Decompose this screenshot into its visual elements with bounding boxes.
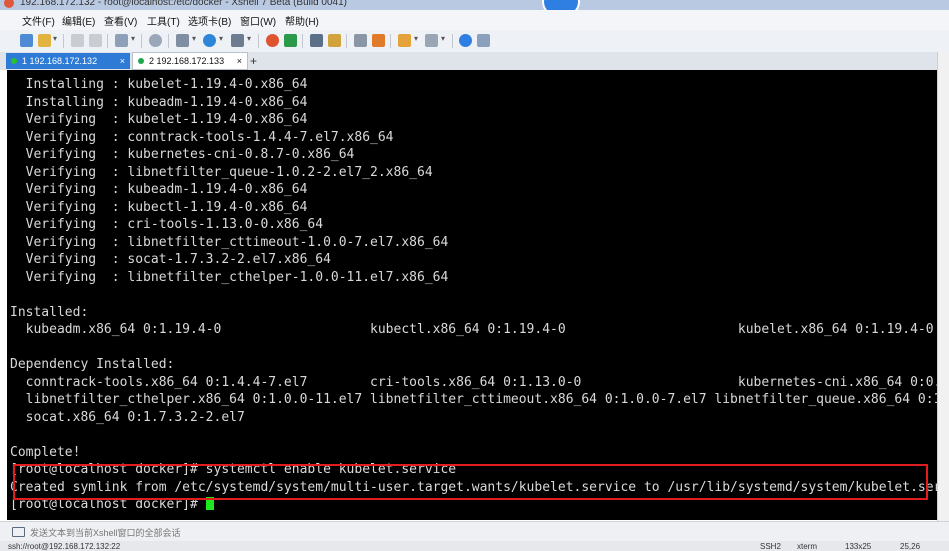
- highlight-box: [13, 464, 928, 500]
- status-size: 133x25: [845, 542, 872, 551]
- compose-icon: [12, 527, 25, 537]
- menu-tab[interactable]: 选项卡(B): [188, 13, 231, 28]
- status-dot: [138, 58, 144, 64]
- terminal-line: Verifying : kubectl-1.19.4-0.x86_64: [10, 199, 308, 215]
- status-dot: [11, 58, 17, 64]
- reconnect-icon[interactable]: [115, 34, 128, 47]
- toolbar: ▾ ▾ ▾ ▾ ▾ ▾ ▾: [0, 30, 949, 53]
- terminal-line: Verifying : socat-1.7.3.2-2.el7.x86_64: [10, 252, 331, 267]
- status-cursor-position: 25,26: [900, 542, 921, 551]
- toolbar-separator: [107, 34, 108, 48]
- properties-icon[interactable]: [176, 34, 189, 47]
- compose-bar[interactable]: 发送文本到当前Xshell窗口的全部会话: [0, 521, 949, 542]
- unlink-icon[interactable]: [89, 34, 102, 47]
- compose-bar-text: 发送文本到当前Xshell窗口的全部会话: [30, 528, 181, 538]
- chat-icon[interactable]: [477, 34, 490, 47]
- menu-tools[interactable]: 工具(T): [147, 13, 180, 28]
- terminal-line: Installed:: [10, 304, 89, 320]
- toolbar-separator: [141, 34, 142, 48]
- dropdown-icon[interactable]: ▾: [247, 34, 251, 43]
- help-icon[interactable]: [459, 34, 472, 47]
- red-sftp-icon[interactable]: [284, 34, 297, 47]
- tile-icon[interactable]: [398, 34, 411, 47]
- dropdown-icon[interactable]: ▾: [441, 34, 445, 43]
- add-tab-button[interactable]: +: [250, 53, 257, 69]
- new-session-icon[interactable]: [20, 34, 33, 47]
- status-protocol: SSH2: [760, 542, 781, 551]
- tab-label: 2 192.168.172.133: [149, 56, 225, 66]
- toolbar-separator: [302, 34, 303, 48]
- layout-icon[interactable]: [425, 34, 438, 47]
- terminal-line: Verifying : libnetfilter_cthelper-1.0.0-…: [10, 269, 449, 285]
- window-title: 192.168.172.132 - root@localhost:/etc/do…: [20, 0, 348, 8]
- fullscreen-icon[interactable]: [310, 34, 323, 47]
- xftp-icon[interactable]: [266, 34, 279, 47]
- terminal-line: Dependency Installed:: [10, 357, 175, 372]
- toolbar-separator: [346, 34, 347, 48]
- pen-icon[interactable]: [372, 34, 385, 47]
- dropdown-icon[interactable]: ▾: [219, 34, 223, 43]
- keyboard-icon[interactable]: [354, 34, 367, 47]
- terminal-line: kubeadm.x86_64 0:1.19.4-0 kubectl.x86_64…: [10, 322, 934, 337]
- terminal-line: socat.x86_64 0:1.7.3.2-2.el7: [10, 409, 245, 425]
- toolbar-separator: [168, 34, 169, 48]
- menu-file[interactable]: 文件(F): [22, 13, 55, 28]
- lock-icon[interactable]: [328, 34, 341, 47]
- dropdown-icon[interactable]: ▾: [192, 34, 196, 43]
- dropdown-icon[interactable]: ▾: [414, 34, 418, 43]
- terminal-output[interactable]: Installing : kubelet-1.19.4-0.x86_64 Ins…: [7, 70, 937, 520]
- terminal-line: Verifying : kubeadm-1.19.4-0.x86_64: [10, 182, 308, 197]
- side-panel-scrollbar[interactable]: [937, 52, 949, 521]
- terminal-line: Verifying : conntrack-tools-1.4.4-7.el7.…: [10, 129, 394, 145]
- terminal-line: Verifying : cri-tools-1.13.0-0.x86_64: [10, 217, 324, 232]
- menu-edit[interactable]: 编辑(E): [62, 13, 95, 28]
- terminal-line: Verifying : kubelet-1.19.4-0.x86_64: [10, 112, 308, 127]
- terminal-line: conntrack-tools.x86_64 0:1.4.4-7.el7 cri…: [10, 374, 937, 390]
- close-icon[interactable]: ×: [120, 53, 125, 69]
- dropdown-icon[interactable]: ▾: [53, 34, 57, 43]
- toolbar-separator: [258, 34, 259, 48]
- close-icon[interactable]: ×: [237, 53, 242, 69]
- terminal-line: Complete!: [10, 444, 81, 460]
- menu-view[interactable]: 查看(V): [104, 13, 137, 28]
- globe-icon[interactable]: [203, 34, 216, 47]
- open-folder-icon[interactable]: [38, 34, 51, 47]
- menu-help[interactable]: 帮助(H): [285, 13, 319, 28]
- tab-session-2[interactable]: 2 192.168.172.133 ×: [132, 52, 248, 70]
- toolbar-separator: [452, 34, 453, 48]
- search-icon[interactable]: [149, 34, 162, 47]
- status-bar: ssh://root@192.168.172.132:22 SSH2 xterm…: [0, 541, 949, 551]
- toolbar-separator: [63, 34, 64, 48]
- terminal-line: Installing : kubeadm-1.19.4-0.x86_64: [10, 94, 308, 110]
- terminal-line: libnetfilter_cthelper.x86_64 0:1.0.0-11.…: [10, 392, 937, 407]
- tab-session-1[interactable]: 1 192.168.172.132 ×: [6, 53, 130, 69]
- menu-bar: 文件(F) 编辑(E) 查看(V) 工具(T) 选项卡(B) 窗口(W) 帮助(…: [0, 10, 949, 30]
- link-icon[interactable]: [71, 34, 84, 47]
- terminal-line: Verifying : libnetfilter_queue-1.0.2-2.e…: [10, 164, 433, 180]
- title-bar: 192.168.172.132 - root@localhost:/etc/do…: [0, 0, 949, 10]
- terminal-line: Verifying : libnetfilter_cttimeout-1.0.0…: [10, 234, 449, 250]
- terminal-line: Verifying : kubernetes-cni-0.8.7-0.x86_6…: [10, 147, 355, 162]
- font-icon[interactable]: [231, 34, 244, 47]
- toolbar-separator: [390, 34, 391, 48]
- status-terminal-type: xterm: [797, 542, 817, 551]
- app-icon: [4, 0, 14, 8]
- tab-label: 1 192.168.172.132: [22, 56, 98, 66]
- dropdown-icon[interactable]: ▾: [131, 34, 135, 43]
- terminal-line: Installing : kubelet-1.19.4-0.x86_64: [10, 77, 308, 92]
- tab-bar: 1 192.168.172.132 × 2 192.168.172.133 × …: [0, 52, 937, 70]
- status-connection: ssh://root@192.168.172.132:22: [8, 542, 121, 551]
- menu-window[interactable]: 窗口(W): [240, 13, 276, 28]
